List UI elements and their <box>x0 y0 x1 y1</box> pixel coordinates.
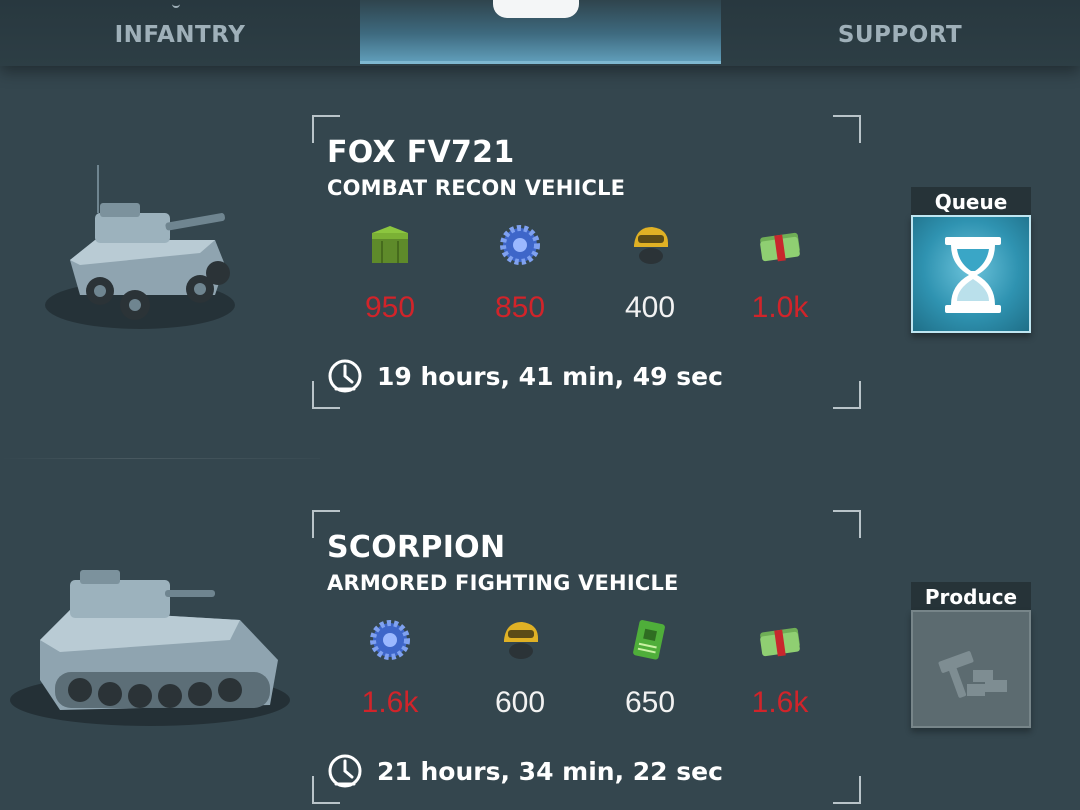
unit-type: COMBAT RECON VEHICLE <box>327 176 626 200</box>
supply-crate-icon <box>372 226 408 263</box>
tab-support-label: SUPPORT <box>837 22 963 48</box>
queue-button[interactable]: Queue <box>911 187 1031 333</box>
unit-card-fox: FOX FV721 COMBAT RECON VEHICLE 950 850 4… <box>0 115 1080 415</box>
unit-name: SCORPION <box>327 530 506 565</box>
resource-cost: 1.0k <box>730 223 830 333</box>
card-frame-corner <box>833 115 861 143</box>
circuit-board-icon <box>633 620 665 660</box>
resource-cost: 950 <box>340 223 440 333</box>
card-frame-corner <box>833 510 861 538</box>
row-divider <box>0 458 320 459</box>
resource-cost: 1.6k <box>340 618 440 728</box>
clock-icon <box>328 754 362 788</box>
tab-support[interactable]: SUPPORT <box>720 0 1080 66</box>
cash-bundle-icon <box>760 232 800 262</box>
resource-value: 1.6k <box>361 686 419 719</box>
production-timer: 19 hours, 41 min, 49 sec <box>327 358 723 394</box>
tab-infantry-label: INFANTRY <box>114 22 246 48</box>
scorpion-tank-image <box>10 570 290 726</box>
resource-value: 950 <box>364 291 416 324</box>
resource-value: 650 <box>624 686 676 719</box>
resource-value: 400 <box>624 291 676 324</box>
unit-category-tabs: INFANTRY SUPPORT <box>0 0 1080 66</box>
resource-value: 600 <box>494 686 546 719</box>
vehicle-tab-icon <box>493 0 579 18</box>
unit-type: ARMORED FIGHTING VEHICLE <box>327 571 679 595</box>
queue-button-box[interactable] <box>911 215 1031 333</box>
produce-button[interactable]: Produce <box>911 582 1031 728</box>
production-time: 19 hours, 41 min, 49 sec <box>377 361 723 391</box>
produce-button-label: Produce <box>911 582 1031 610</box>
soldier-helmet-icon <box>634 227 668 264</box>
infantry-tab-icon <box>172 0 180 8</box>
resource-cost: 400 <box>600 223 700 333</box>
resource-cost: 850 <box>470 223 570 333</box>
resource-cost: 600 <box>470 618 570 728</box>
clock-icon <box>328 359 362 393</box>
fox-armored-car-image <box>45 165 235 329</box>
soldier-helmet-icon <box>504 622 538 659</box>
cash-bundle-icon <box>760 627 800 657</box>
gear-parts-icon <box>370 620 410 660</box>
resource-value: 1.0k <box>751 291 809 324</box>
build-hammer-icon <box>938 651 1007 698</box>
hourglass-icon <box>945 237 1001 313</box>
resource-cost: 1.6k <box>730 618 830 728</box>
tab-vehicles[interactable] <box>360 0 721 64</box>
queue-button-label: Queue <box>911 187 1031 215</box>
tab-infantry[interactable]: INFANTRY <box>0 0 360 66</box>
unit-card-scorpion: SCORPION ARMORED FIGHTING VEHICLE 1.6k 6… <box>0 510 1080 810</box>
gear-parts-icon <box>500 225 540 265</box>
resource-value: 1.6k <box>751 686 809 719</box>
card-frame-corner <box>833 381 861 409</box>
resource-value: 850 <box>494 291 546 324</box>
production-time: 21 hours, 34 min, 22 sec <box>377 756 723 786</box>
production-timer: 21 hours, 34 min, 22 sec <box>327 753 723 789</box>
unit-name: FOX FV721 <box>327 135 515 170</box>
produce-button-box[interactable] <box>911 610 1031 728</box>
resource-cost: 650 <box>600 618 700 728</box>
